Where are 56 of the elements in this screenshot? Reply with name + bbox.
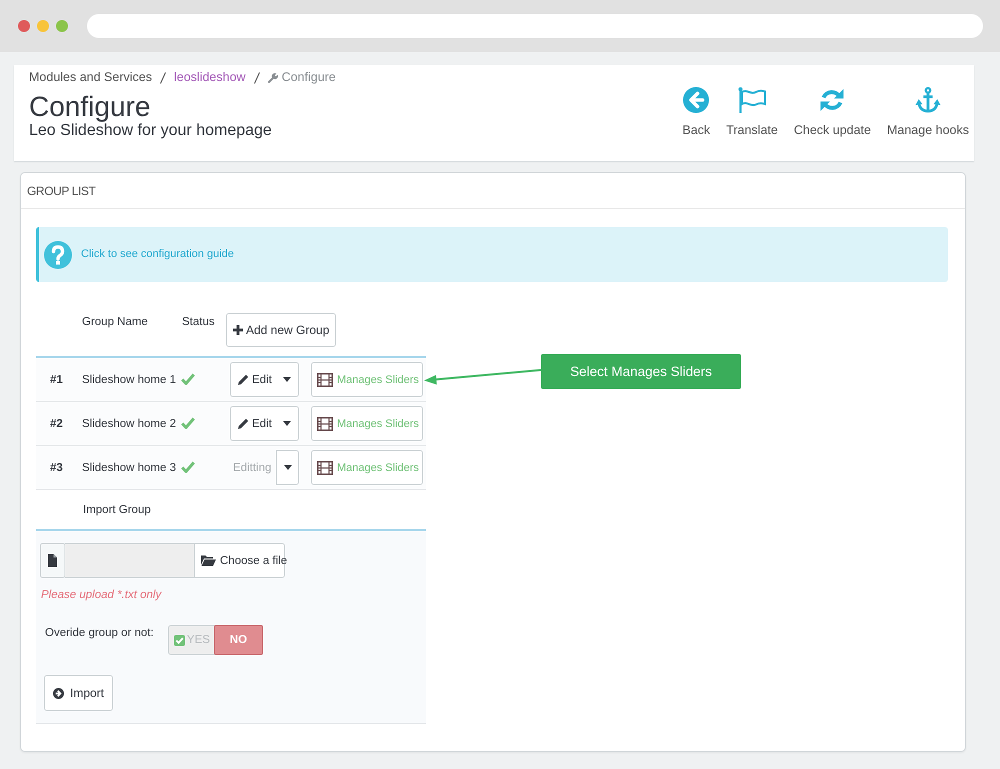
group-name: Slideshow home 2 xyxy=(82,418,176,430)
pencil-icon xyxy=(238,374,249,385)
arrow-left-circle-icon xyxy=(683,87,710,113)
wrench-icon xyxy=(268,72,278,82)
pencil-icon xyxy=(238,418,249,429)
panel-heading: GROUP LIST xyxy=(27,182,96,198)
field-label: Overide group or not: xyxy=(45,626,154,641)
import-button[interactable]: Import xyxy=(44,675,114,711)
toolbar-button[interactable]: Check update xyxy=(794,87,871,138)
help-text: Please upload *.txt only xyxy=(41,588,162,603)
breadcrumb-separator xyxy=(160,72,166,84)
choose-file-button[interactable]: Choose a file xyxy=(194,543,285,578)
film-icon xyxy=(317,416,333,430)
caret-icon xyxy=(283,377,291,382)
file-name-field[interactable] xyxy=(65,543,194,578)
row-number: #1 xyxy=(50,374,63,386)
edit-button[interactable]: Edit xyxy=(230,362,276,397)
column-header: Group Name xyxy=(82,316,148,328)
breadcrumb-current: Configure xyxy=(282,70,336,85)
caret-icon xyxy=(283,421,291,426)
toolbar-button[interactable]: Back xyxy=(682,87,710,138)
section-label: Import Group xyxy=(83,504,151,516)
film-icon xyxy=(317,460,333,474)
breadcrumb-link[interactable]: Modules and Services xyxy=(29,70,152,85)
page-title: Configure xyxy=(29,92,150,122)
row-number: #3 xyxy=(50,462,63,474)
column-header: Status xyxy=(182,316,215,328)
file-icon xyxy=(40,543,65,578)
arrow-right-circle-icon xyxy=(53,688,64,698)
caret-icon xyxy=(284,465,292,470)
dropdown-button[interactable] xyxy=(276,406,299,441)
toolbar-button[interactable]: Translate xyxy=(726,87,778,138)
maximize-dot-icon xyxy=(56,20,68,32)
dropdown-button[interactable] xyxy=(276,450,299,485)
refresh-icon xyxy=(819,87,846,113)
group-name: Slideshow home 3 xyxy=(82,462,176,474)
question-icon xyxy=(44,240,72,268)
plus-icon xyxy=(233,325,243,335)
anchor-icon xyxy=(914,87,941,113)
breadcrumb-link[interactable]: leoslideshow xyxy=(174,70,246,85)
minimize-dot-icon xyxy=(37,20,49,32)
row-number: #2 xyxy=(50,418,63,430)
check-square-icon xyxy=(174,634,185,646)
address-field[interactable] xyxy=(87,14,983,38)
dropdown-button[interactable] xyxy=(276,362,299,397)
folder-open-icon xyxy=(201,555,216,566)
page-subtitle: Leo Slideshow for your homepage xyxy=(29,122,272,140)
flag-icon xyxy=(738,87,766,113)
film-icon xyxy=(317,372,333,386)
close-dot-icon xyxy=(18,20,30,32)
breadcrumb-separator xyxy=(254,72,260,84)
group-name: Slideshow home 1 xyxy=(82,374,176,386)
annotation-callout: Select Manages Sliders xyxy=(541,354,741,389)
edit-button[interactable]: Edit xyxy=(230,406,276,441)
toolbar-button[interactable]: Manage hooks xyxy=(886,87,969,138)
add-group-button[interactable]: Add new Group xyxy=(226,313,336,347)
